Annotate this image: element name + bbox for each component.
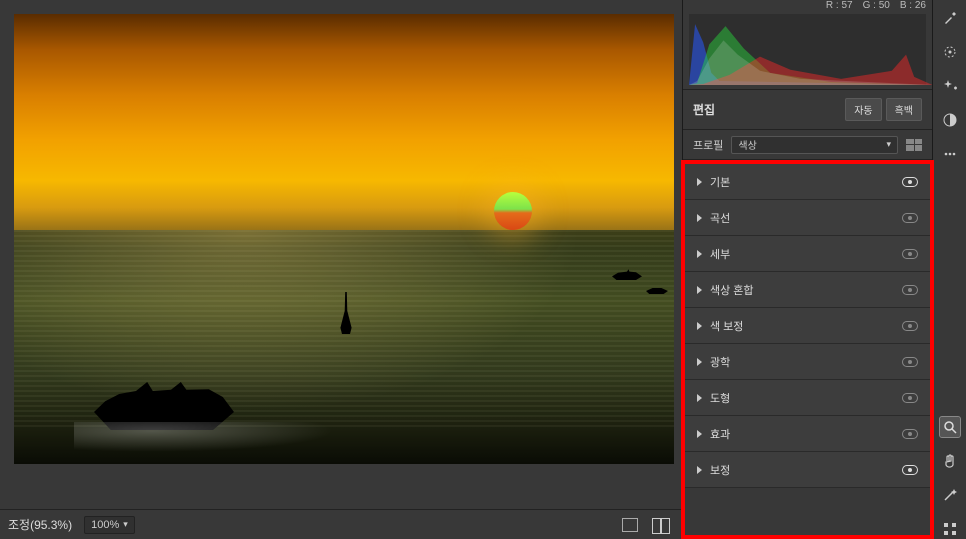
- develop-panel: R : 57 G : 50 B : 26 편집 자동 흑백 프로필: [682, 0, 932, 539]
- chevron-right-icon: [697, 358, 702, 366]
- document-area: 조정(95.3%) 100% ▾: [0, 0, 682, 539]
- panel-basic[interactable]: 기본: [685, 164, 930, 200]
- image-canvas[interactable]: [14, 14, 674, 464]
- visibility-toggle-icon[interactable]: [902, 177, 918, 187]
- grid-icon[interactable]: [940, 519, 960, 539]
- profile-select[interactable]: 색상 ▾: [731, 136, 898, 154]
- panel-detail[interactable]: 세부: [685, 236, 930, 272]
- right-toolbar: [932, 0, 966, 539]
- readout-g: G : 50: [863, 0, 890, 11]
- visibility-toggle-icon[interactable]: [902, 249, 918, 259]
- chevron-right-icon: [697, 178, 702, 186]
- visibility-toggle-icon[interactable]: [902, 321, 918, 331]
- visibility-toggle-icon[interactable]: [902, 213, 918, 223]
- profile-label: 프로필: [693, 137, 723, 153]
- adjust-status: 조정(95.3%): [6, 514, 74, 535]
- visibility-toggle-icon[interactable]: [902, 357, 918, 367]
- visibility-toggle-icon[interactable]: [902, 285, 918, 295]
- visibility-toggle-icon[interactable]: [902, 465, 918, 475]
- chevron-right-icon: [697, 250, 702, 258]
- chevron-right-icon: [697, 394, 702, 402]
- visibility-toggle-icon[interactable]: [902, 393, 918, 403]
- view-mode-icon[interactable]: [622, 518, 638, 532]
- bw-button[interactable]: 흑백: [886, 98, 922, 121]
- chevron-down-icon: ▾: [123, 519, 128, 530]
- readout-b: B : 26: [900, 0, 926, 11]
- profile-selected: 색상: [738, 137, 756, 152]
- wand-icon[interactable]: [940, 485, 960, 505]
- panel-optics[interactable]: 광학: [685, 344, 930, 380]
- chevron-right-icon: [697, 466, 702, 474]
- zoom-value: 100%: [91, 519, 119, 531]
- sparkle-plus-icon[interactable]: [940, 76, 960, 96]
- chevron-right-icon: [697, 286, 702, 294]
- panel-color-grading[interactable]: 색 보정: [685, 308, 930, 344]
- chevron-right-icon: [697, 430, 702, 438]
- adjustment-panels-highlight: 기본 곡선 세부 색상 혼합 색 보정: [681, 160, 934, 539]
- histogram-panel[interactable]: R : 57 G : 50 B : 26: [683, 0, 932, 90]
- zoom-dropdown[interactable]: 100% ▾: [84, 516, 135, 534]
- gradient-icon[interactable]: [940, 110, 960, 130]
- hand-icon[interactable]: [940, 451, 960, 471]
- edit-section-title: 편집: [693, 101, 715, 118]
- panel-effects[interactable]: 효과: [685, 416, 930, 452]
- compare-view-icon[interactable]: [652, 518, 670, 532]
- chevron-right-icon: [697, 214, 702, 222]
- panel-geometry[interactable]: 도형: [685, 380, 930, 416]
- auto-button[interactable]: 자동: [845, 98, 881, 121]
- panel-calibration[interactable]: 보정: [685, 452, 930, 488]
- target-icon[interactable]: [940, 42, 960, 62]
- zoom-icon[interactable]: [940, 417, 960, 437]
- readout-r: R : 57: [826, 0, 853, 11]
- chevron-down-icon: ▾: [886, 139, 891, 150]
- status-bar: 조정(95.3%) 100% ▾: [0, 509, 682, 539]
- more-icon[interactable]: [940, 144, 960, 164]
- panel-curve[interactable]: 곡선: [685, 200, 930, 236]
- chevron-right-icon: [697, 322, 702, 330]
- profile-browser-icon[interactable]: [906, 139, 922, 151]
- eyedropper-icon[interactable]: [940, 8, 960, 28]
- visibility-toggle-icon[interactable]: [902, 429, 918, 439]
- panel-color-mixer[interactable]: 색상 혼합: [685, 272, 930, 308]
